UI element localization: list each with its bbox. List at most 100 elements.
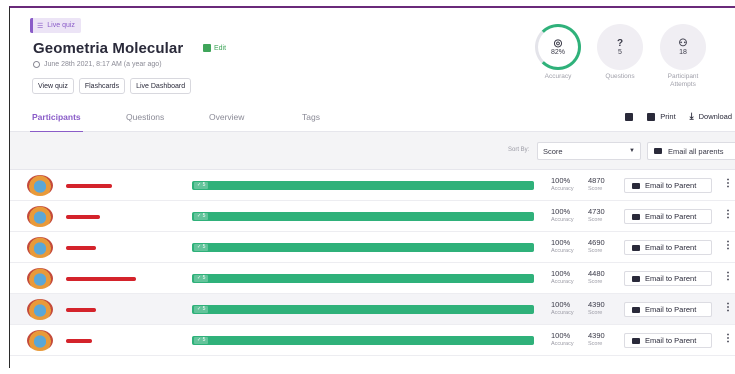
redacted-name [66, 339, 92, 343]
quiz-date: June 28th 2021, 8:17 AM (a year ago) [33, 61, 162, 68]
accuracy-caption: Accuracy [551, 186, 574, 192]
avatar [27, 175, 53, 196]
correct-count: ✓ 5 [194, 213, 209, 220]
participant-row[interactable]: ✓ 5 100% Accuracy 4390 Score Email to Pare… [10, 325, 735, 356]
redacted-name [66, 246, 96, 250]
attempts-ring: ⚇ 18 [660, 24, 706, 70]
download-button[interactable]: ⤓ Download [690, 111, 732, 122]
score-caption: Score [588, 341, 603, 347]
edit-button[interactable]: Edit [203, 44, 226, 52]
download-icon: ⤓ [689, 111, 694, 121]
email-parent-label: Email to Parent [645, 212, 697, 221]
email-all-parents-button[interactable]: Email all parents [647, 142, 735, 160]
email-parent-button[interactable]: Email to Parent [624, 271, 712, 286]
more-options-icon[interactable]: ⋮ [723, 210, 733, 220]
more-options-icon[interactable]: ⋮ [723, 303, 733, 313]
accuracy-caption: Accuracy [551, 341, 574, 347]
accuracy-metric: 100% Accuracy [551, 301, 574, 317]
tab-questions[interactable]: Questions [126, 112, 164, 122]
avatar [27, 330, 53, 351]
redacted-name [66, 308, 96, 312]
score-metric: 4390 Score [588, 332, 605, 348]
question-icon: ? [616, 37, 624, 49]
sort-label: Sort By: [508, 147, 530, 153]
envelope-icon [654, 148, 662, 154]
live-dashboard-button[interactable]: Live Dashboard [130, 78, 192, 94]
score-caption: Score [588, 186, 603, 192]
redacted-name [66, 277, 136, 281]
users-icon: ⚇ [678, 37, 688, 49]
participant-row[interactable]: ✓ 5 100% Accuracy 4390 Score Email to Pare… [10, 294, 735, 325]
email-all-label: Email all parents [668, 146, 724, 156]
email-parent-button[interactable]: Email to Parent [624, 178, 712, 193]
questions-label: Questions [605, 73, 635, 80]
more-options-icon[interactable]: ⋮ [723, 272, 733, 282]
score-metric: 4480 Score [588, 270, 605, 286]
score-value: 4690 [588, 238, 605, 247]
email-parent-label: Email to Parent [645, 336, 697, 345]
redacted-name [66, 184, 112, 188]
score-value: 4870 [588, 176, 605, 185]
tab-overview[interactable]: Overview [209, 112, 244, 122]
attempts-label: Participant Attempts [667, 73, 699, 88]
flashcards-button[interactable]: Flashcards [78, 78, 126, 94]
tab-participants[interactable]: Participants [30, 112, 83, 133]
avatar [27, 268, 53, 289]
correct-value: 5 [202, 182, 206, 188]
progress-bar: ✓ 5 [192, 336, 534, 345]
progress-bar: ✓ 5 [192, 305, 534, 314]
attempts-value: 18 [679, 48, 687, 56]
sort-select[interactable]: Score ▼ [537, 142, 641, 160]
participant-row[interactable]: ✓ 5 100% Accuracy 4690 Score Email to Pare… [10, 232, 735, 263]
accuracy-value: 100% [551, 331, 571, 340]
score-metric: 4690 Score [588, 239, 605, 255]
print-button[interactable]: Print [647, 112, 676, 121]
email-parent-button[interactable]: Email to Parent [624, 209, 712, 224]
tab-tags[interactable]: Tags [302, 112, 320, 122]
live-quiz-label: Live quiz [47, 22, 75, 29]
score-caption: Score [588, 279, 603, 285]
edit-icon [203, 44, 211, 52]
print-label: Print [660, 112, 676, 121]
more-options-icon[interactable]: ⋮ [723, 334, 733, 344]
email-parent-label: Email to Parent [645, 274, 697, 283]
envelope-icon [632, 275, 640, 282]
redacted-name [66, 215, 100, 219]
score-metric: 4870 Score [588, 177, 605, 193]
trash-icon[interactable] [625, 112, 634, 121]
chevron-down-icon: ▼ [629, 148, 635, 154]
quiz-actions: View quiz Flashcards Live Dashboard [32, 78, 192, 94]
accuracy-value: 100% [551, 269, 571, 278]
score-value: 4480 [588, 269, 605, 278]
envelope-icon [632, 306, 640, 313]
email-parent-button[interactable]: Email to Parent [624, 302, 712, 317]
correct-value: 5 [202, 275, 206, 281]
email-parent-button[interactable]: Email to Parent [624, 240, 712, 255]
app-frame: ☰ Live quiz Geometria Molecular Edit Jun… [9, 6, 735, 368]
target-icon: ◎ [553, 37, 563, 49]
correct-value: 5 [202, 337, 206, 343]
accuracy-metric: 100% Accuracy [551, 270, 574, 286]
view-quiz-button[interactable]: View quiz [32, 78, 74, 94]
envelope-icon [632, 244, 640, 251]
correct-count: ✓ 5 [194, 182, 209, 189]
accuracy-value: 100% [551, 207, 571, 216]
avatar [27, 299, 53, 320]
more-options-icon[interactable]: ⋮ [723, 179, 733, 189]
more-options-icon[interactable]: ⋮ [723, 241, 733, 251]
tab-bar: Participants Questions Overview Tags Pri… [10, 104, 735, 133]
correct-count: ✓ 5 [194, 275, 209, 282]
participant-row[interactable]: ✓ 5 100% Accuracy 4730 Score Email to Pare… [10, 201, 735, 232]
participant-row[interactable]: ✓ 5 100% Accuracy 4870 Score Email to Pare… [10, 170, 735, 201]
questions-ring: ? 5 [597, 24, 643, 70]
accuracy-metric: 100% Accuracy [551, 239, 574, 255]
tab-tools: Print ⤓ Download [625, 111, 732, 122]
score-metric: 4730 Score [588, 208, 605, 224]
participant-row[interactable]: ✓ 5 100% Accuracy 4480 Score Email to Pare… [10, 263, 735, 294]
email-parent-button[interactable]: Email to Parent [624, 333, 712, 348]
correct-value: 5 [202, 306, 206, 312]
accuracy-value: 100% [551, 176, 571, 185]
accuracy-stat: ◎ 82% Accuracy [531, 24, 585, 81]
quiz-title: Geometria Molecular [33, 40, 184, 57]
accuracy-metric: 100% Accuracy [551, 177, 574, 193]
